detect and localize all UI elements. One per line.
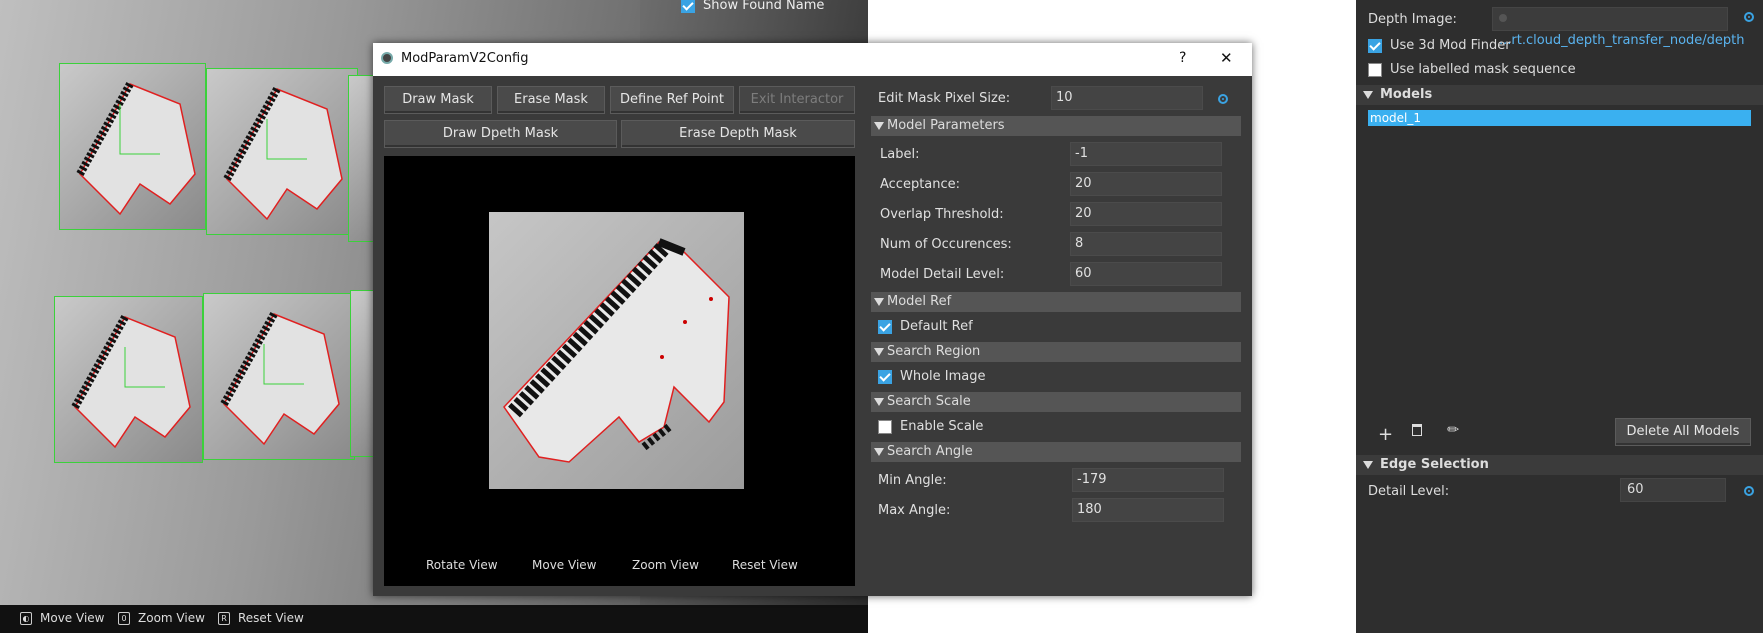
- topic-icon: [1499, 14, 1507, 22]
- search-scale-section-header[interactable]: Search Scale: [871, 392, 1241, 412]
- match-thumbnail: [54, 296, 203, 463]
- reset-key-icon: R: [218, 612, 230, 625]
- add-model-icon[interactable]: +: [1378, 424, 1393, 445]
- edit-mask-pixel-size-label: Edit Mask Pixel Size:: [878, 91, 1011, 106]
- model-contour-graphic: [503, 238, 730, 463]
- depth-image-label: Depth Image:: [1368, 12, 1457, 27]
- detail-level-field[interactable]: 60: [1620, 478, 1726, 502]
- show-found-name-checkbox[interactable]: Show Found Name: [681, 0, 824, 13]
- model-detail-level-label: Model Detail Level:: [880, 267, 1005, 282]
- enable-scale-checkbox[interactable]: Enable Scale: [878, 419, 983, 434]
- edit-model-icon[interactable]: ✎: [1444, 420, 1464, 440]
- edit-mask-pixel-size-field[interactable]: 10: [1051, 86, 1203, 110]
- app-icon: [381, 52, 393, 64]
- checkbox-icon[interactable]: [1368, 62, 1382, 77]
- dialog-titlebar: ModParamV2Config ? ✕: [373, 43, 1252, 76]
- zoom-view-button[interactable]: Zoom View: [632, 558, 699, 572]
- depth-image-field[interactable]: ...rt.cloud_depth_transfer_node/depth: [1492, 7, 1745, 48]
- overlap-threshold-field[interactable]: 20: [1070, 202, 1222, 226]
- detail-level-reset-icon[interactable]: [1744, 486, 1754, 496]
- reset-view-button[interactable]: R Reset View: [218, 611, 304, 625]
- depth-image-reset-icon[interactable]: [1744, 12, 1754, 22]
- use-labelled-mask-checkbox[interactable]: Use labelled mask sequence: [1368, 62, 1576, 77]
- help-button[interactable]: ?: [1179, 50, 1186, 66]
- label-label: Label:: [880, 147, 920, 162]
- min-angle-label: Min Angle:: [878, 473, 947, 488]
- mod-param-config-dialog: ModParamV2Config ? ✕ Draw Mask Erase Mas…: [373, 43, 1252, 596]
- reset-view-button[interactable]: Reset View: [732, 558, 798, 572]
- zoom-key-icon: 0: [118, 612, 130, 625]
- rotate-view-button[interactable]: Rotate View: [426, 558, 498, 572]
- side-panel: Depth Image: ...rt.cloud_depth_transfer_…: [1356, 0, 1763, 633]
- zoom-view-button[interactable]: 0 Zoom View: [118, 611, 205, 625]
- num-occurrences-label: Num of Occurences:: [880, 237, 1012, 252]
- draw-depth-mask-button[interactable]: Draw Dpeth Mask: [384, 120, 617, 148]
- checkbox-icon[interactable]: [681, 0, 695, 13]
- checkbox-icon[interactable]: [878, 369, 892, 384]
- default-ref-checkbox[interactable]: Default Ref: [878, 319, 973, 334]
- move-view-button[interactable]: ◐ Move View: [20, 611, 104, 625]
- draw-mask-button[interactable]: Draw Mask: [384, 86, 492, 114]
- whole-image-checkbox[interactable]: Whole Image: [878, 369, 986, 384]
- label-field[interactable]: -1: [1070, 142, 1222, 166]
- use-3d-mod-finder-checkbox[interactable]: Use 3d Mod Finder: [1368, 38, 1511, 53]
- detail-level-label: Detail Level:: [1368, 484, 1450, 499]
- pixel-size-reset-icon[interactable]: [1218, 94, 1228, 104]
- model-list-item[interactable]: model_1: [1368, 110, 1751, 126]
- dialog-title: ModParamV2Config: [401, 51, 529, 66]
- checkbox-icon[interactable]: [878, 419, 892, 434]
- match-thumbnail: [59, 63, 206, 230]
- delete-model-icon[interactable]: [1412, 424, 1422, 436]
- acceptance-field[interactable]: 20: [1070, 172, 1222, 196]
- model-parameters-section-header[interactable]: Model Parameters: [871, 116, 1241, 136]
- min-angle-field[interactable]: -179: [1072, 468, 1224, 492]
- checkbox-icon[interactable]: [878, 319, 892, 334]
- max-angle-label: Max Angle:: [878, 503, 951, 518]
- edge-selection-section-header[interactable]: Edge Selection: [1356, 455, 1763, 475]
- match-thumbnail: [206, 68, 358, 235]
- erase-mask-button[interactable]: Erase Mask: [497, 86, 605, 114]
- models-section-header[interactable]: Models: [1356, 85, 1763, 105]
- close-icon[interactable]: ✕: [1220, 49, 1233, 67]
- search-region-section-header[interactable]: Search Region: [871, 342, 1241, 362]
- num-occurrences-field[interactable]: 8: [1070, 232, 1222, 256]
- match-thumbnail: [203, 293, 355, 460]
- model-preview-view[interactable]: [384, 156, 855, 586]
- delete-all-models-button[interactable]: Delete All Models: [1615, 418, 1751, 446]
- acceptance-label: Acceptance:: [880, 177, 961, 192]
- show-found-name-label: Show Found Name: [703, 0, 825, 13]
- define-ref-point-button[interactable]: Define Ref Point: [610, 86, 734, 114]
- model-detail-level-field[interactable]: 60: [1070, 262, 1222, 286]
- model-ref-section-header[interactable]: Model Ref: [871, 292, 1241, 312]
- mouse-icon: ◐: [20, 612, 32, 625]
- overlap-threshold-label: Overlap Threshold:: [880, 207, 1004, 222]
- move-view-button[interactable]: Move View: [532, 558, 596, 572]
- exit-interactor-button[interactable]: Exit Interactor: [739, 86, 855, 114]
- checkbox-icon[interactable]: [1368, 38, 1382, 53]
- erase-depth-mask-button[interactable]: Erase Depth Mask: [621, 120, 855, 148]
- depth-preview-image: [489, 212, 744, 489]
- max-angle-field[interactable]: 180: [1072, 498, 1224, 522]
- search-angle-section-header[interactable]: Search Angle: [871, 442, 1241, 462]
